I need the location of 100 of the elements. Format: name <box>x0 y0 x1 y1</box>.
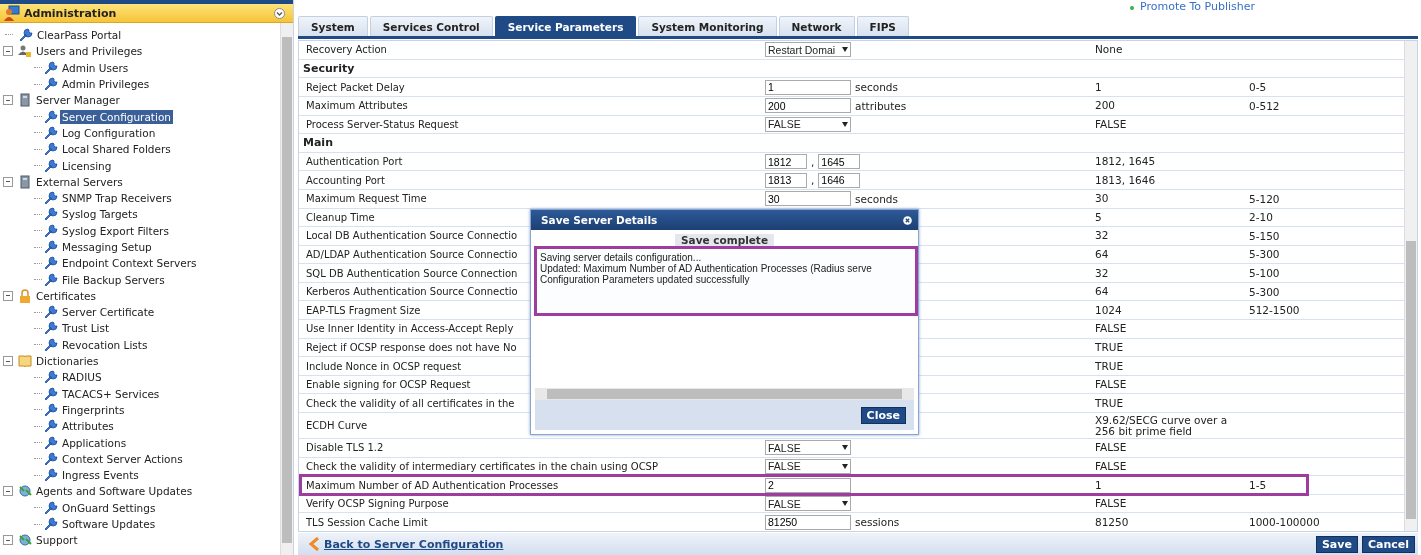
tree-item[interactable]: Fingerprints <box>60 402 127 417</box>
tree-item[interactable]: External Servers <box>34 174 125 189</box>
parameter-label: ECDH Curve <box>306 420 368 432</box>
tree-item[interactable]: Local Shared Folders <box>60 142 173 157</box>
parameter-label: Recovery Action <box>306 44 387 56</box>
unit-label: sessions <box>855 516 900 529</box>
wrench-icon <box>44 500 58 515</box>
tree-item[interactable]: Certificates <box>34 288 98 303</box>
tree-item[interactable]: Messaging Setup <box>60 240 154 254</box>
expander-icon[interactable] <box>3 535 13 546</box>
default-value: 64 <box>1095 248 1109 260</box>
tree-item[interactable]: Admin Users <box>60 60 131 75</box>
expander-icon[interactable] <box>3 356 13 367</box>
allowed-range: 1-5 <box>1249 479 1267 491</box>
tab[interactable]: FIPS <box>856 16 909 37</box>
wrench-icon <box>44 321 58 336</box>
dropdown[interactable]: FALSE <box>765 496 851 512</box>
tab[interactable]: System <box>298 16 368 37</box>
horizontal-scrollbar[interactable] <box>535 388 914 400</box>
tree-item[interactable]: Licensing <box>60 158 114 173</box>
wrench-icon <box>44 60 58 75</box>
text-input[interactable]: 2 <box>765 477 851 493</box>
tree-item[interactable]: Syslog Export Filters <box>60 223 171 238</box>
parameter-label: Check the validity of intermediary certificates in the chain using OCSP <box>306 460 658 472</box>
text-input[interactable]: 1645 <box>818 154 861 169</box>
tree-item[interactable]: Revocation Lists <box>60 337 150 352</box>
tree-item[interactable]: Trust List <box>60 321 112 336</box>
tree-item[interactable]: Syslog Targets <box>60 207 140 222</box>
tree-item[interactable]: Dictionaries <box>34 354 101 369</box>
default-value: None <box>1095 44 1123 56</box>
dropdown[interactable]: FALSE <box>765 116 851 132</box>
tab[interactable]: Service Parameters <box>494 16 637 37</box>
text-input[interactable]: 1646 <box>818 172 861 188</box>
default-value: 200 <box>1095 100 1116 112</box>
tree-item[interactable]: Admin Privileges <box>60 77 152 92</box>
expander-icon[interactable] <box>3 486 13 497</box>
dropdown[interactable]: Restart Domai <box>765 42 851 58</box>
scrollbar[interactable] <box>1404 41 1417 532</box>
lock-icon <box>18 288 32 303</box>
text-input[interactable]: 1813 <box>765 172 807 188</box>
expander-icon[interactable] <box>3 46 13 57</box>
tree-item[interactable]: OnGuard Settings <box>60 500 158 515</box>
tree-item[interactable]: ClearPass Portal <box>35 28 124 43</box>
tree-item[interactable]: Endpoint Context Servers <box>60 256 199 271</box>
book-icon <box>18 354 32 369</box>
wrench-icon <box>44 419 58 434</box>
tree-item[interactable]: Software Updates <box>60 517 158 532</box>
bullet-icon <box>1130 6 1134 10</box>
wrench-icon <box>44 125 58 140</box>
tab[interactable]: Services Control <box>369 16 493 37</box>
tree-item[interactable]: Support <box>34 533 80 548</box>
tree-item[interactable]: TACACS+ Services <box>60 386 162 401</box>
allowed-range: 5-100 <box>1249 267 1280 280</box>
tree-item[interactable]: SNMP Trap Receivers <box>60 191 174 206</box>
close-icon[interactable] <box>903 215 912 225</box>
action-button[interactable]: Cancel <box>1361 535 1415 553</box>
text-input[interactable]: 30 <box>765 191 851 207</box>
tree-item[interactable]: Applications <box>60 435 129 450</box>
default-value: 1813, 1646 <box>1095 174 1156 186</box>
default-value: 1024 <box>1095 304 1122 316</box>
allowed-range: 5-300 <box>1249 248 1280 261</box>
tree-item[interactable]: Attributes <box>60 419 116 434</box>
server-icon <box>18 174 32 189</box>
default-value: 64 <box>1095 286 1109 298</box>
parameter-label: EAP-TLS Fragment Size <box>306 304 421 316</box>
scrollbar[interactable] <box>280 23 293 555</box>
collapse-icon[interactable] <box>274 7 285 19</box>
parameter-label: Maximum Request Time <box>306 193 427 205</box>
tree-item[interactable]: File Backup Servers <box>60 272 167 287</box>
close-button[interactable]: Close <box>860 406 906 424</box>
tree-item[interactable]: Context Server Actions <box>60 451 185 466</box>
action-button[interactable]: Save <box>1315 535 1358 553</box>
tab[interactable]: System Monitoring <box>638 16 777 37</box>
tree-item[interactable]: Users and Privileges <box>34 44 145 59</box>
sidebar-title: Administration <box>24 6 118 20</box>
tree-item[interactable]: RADIUS <box>60 370 104 385</box>
text-input[interactable]: 81250 <box>765 514 851 530</box>
tree-item[interactable]: Server Configuration <box>60 109 173 124</box>
tab[interactable]: Network <box>778 16 855 37</box>
expander-icon[interactable] <box>3 290 13 301</box>
expander-icon[interactable] <box>3 95 13 106</box>
tree-item[interactable]: Agents and Software Updates <box>34 484 195 499</box>
allowed-range: 0-512 <box>1249 99 1280 112</box>
tree-item[interactable]: Server Manager <box>34 93 122 108</box>
dropdown[interactable]: FALSE <box>765 458 851 474</box>
dropdown[interactable]: FALSE <box>765 440 851 456</box>
text-input[interactable]: 200 <box>765 98 851 114</box>
allowed-range: 0-5 <box>1249 81 1267 94</box>
tree-item[interactable]: Log Configuration <box>60 125 158 140</box>
back-link[interactable]: Back to Server Configuration <box>324 537 504 551</box>
parameter-label: Kerberos Authentication Source Connectio <box>306 286 518 298</box>
tree-item[interactable]: Ingress Events <box>60 468 141 483</box>
promote-link[interactable]: Promote To Publisher <box>1140 0 1256 13</box>
expander-icon[interactable] <box>3 176 13 187</box>
tree-item[interactable]: Server Certificate <box>60 305 157 320</box>
default-value: FALSE <box>1095 498 1127 510</box>
text-input[interactable]: 1812 <box>765 154 807 169</box>
text-input[interactable]: 1 <box>765 79 851 95</box>
default-value: 1812, 1645 <box>1095 156 1156 167</box>
caret-icon <box>842 47 848 53</box>
